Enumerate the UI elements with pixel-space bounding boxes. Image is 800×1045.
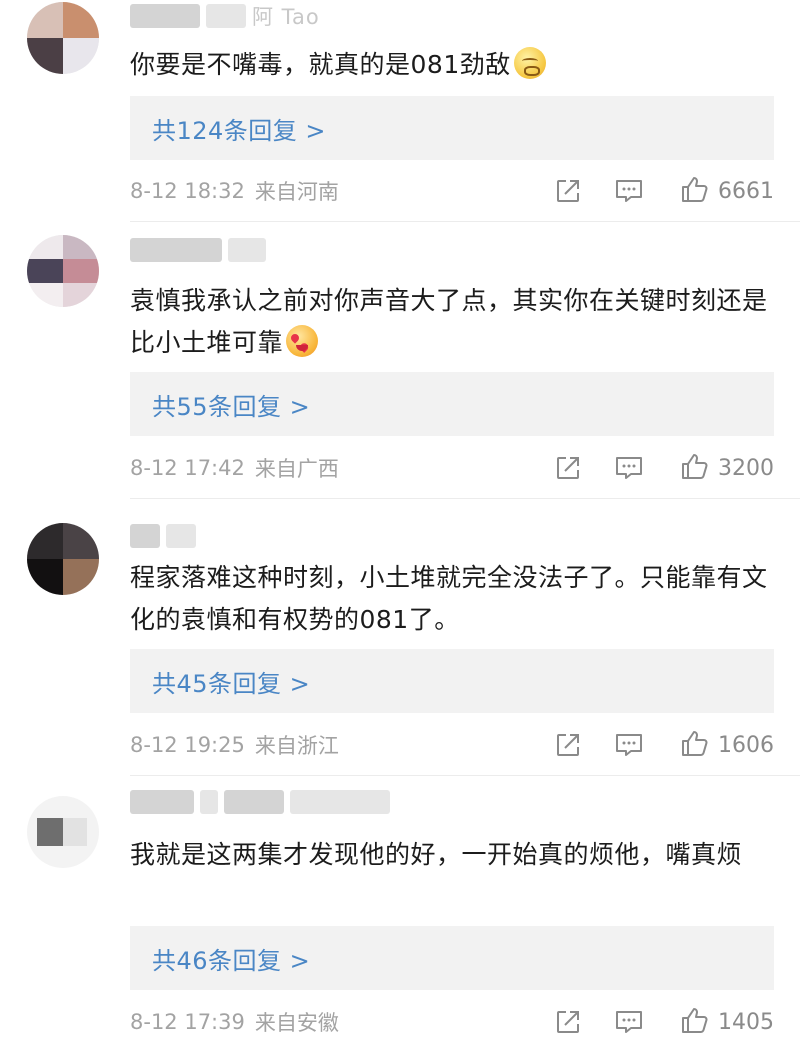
username[interactable] (130, 523, 196, 549)
comment-meta: 8-12 17:42 来自广西 (130, 453, 339, 483)
comment-location: 来自广西 (254, 457, 339, 481)
comment-actions: 6661 (551, 174, 774, 208)
comment-date: 8-12 19:25 (130, 733, 245, 757)
comment-meta: 8-12 18:32 来自河南 (130, 176, 339, 206)
username-fragment: 阿 Tao (252, 5, 320, 29)
grimacing-face-icon (513, 47, 546, 79)
username[interactable]: 阿 Tao (130, 3, 320, 29)
comment-text: 程家落难这种时刻，小土堆就完全没法子了。只能靠有文化的袁慎和有权势的081了。 (130, 563, 768, 634)
comment-icon[interactable] (612, 728, 646, 762)
view-replies-button[interactable]: 共45条回复 > (130, 649, 774, 713)
divider (130, 775, 800, 776)
divider (130, 498, 800, 499)
comment-text: 袁慎我承认之前对你声音大了点，其实你在关键时刻还是比小土堆可靠 (130, 286, 768, 357)
comment-location: 来自安徽 (254, 1011, 339, 1035)
like-count: 6661 (718, 178, 774, 204)
username[interactable] (130, 789, 390, 815)
comment-text: 我就是这两集才发现他的好，一开始真的烦他，嘴真烦 (130, 840, 743, 869)
comment-location: 来自河南 (254, 180, 339, 204)
divider (130, 221, 800, 222)
username[interactable] (130, 237, 266, 263)
comment-icon[interactable] (612, 1005, 646, 1039)
like-count: 3200 (718, 455, 774, 481)
avatar[interactable] (27, 235, 99, 307)
thumbs-up-icon (680, 728, 710, 762)
like-count: 1606 (718, 732, 774, 758)
view-replies-button[interactable]: 共46条回复 > (130, 926, 774, 990)
view-replies-button[interactable]: 共124条回复 > (130, 96, 774, 160)
comment-actions: 3200 (551, 451, 774, 485)
avatar[interactable] (27, 2, 99, 74)
comment-meta: 8-12 19:25 来自浙江 (130, 730, 339, 760)
thumbs-up-icon (680, 451, 710, 485)
view-replies-button[interactable]: 共55条回复 > (130, 372, 774, 436)
share-icon[interactable] (551, 728, 585, 762)
avatar[interactable] (27, 523, 99, 595)
comment-date: 8-12 17:39 (130, 1010, 245, 1034)
avatar[interactable] (27, 796, 99, 868)
comment-icon[interactable] (612, 451, 646, 485)
comment-icon[interactable] (612, 174, 646, 208)
like-count: 1405 (718, 1009, 774, 1035)
like-button[interactable]: 1606 (680, 728, 774, 762)
comment-location: 来自浙江 (254, 734, 339, 758)
comment-text: 你要是不嘴毒，就真的是081劲敌 (130, 44, 770, 86)
comment-actions: 1405 (551, 1005, 774, 1039)
share-icon[interactable] (551, 1005, 585, 1039)
like-button[interactable]: 1405 (680, 1005, 774, 1039)
heart-eyes-face-icon (286, 325, 319, 357)
share-icon[interactable] (551, 451, 585, 485)
comment-date: 8-12 18:32 (130, 179, 245, 203)
like-button[interactable]: 3200 (680, 451, 774, 485)
thumbs-up-icon (680, 1005, 710, 1039)
comment-actions: 1606 (551, 728, 774, 762)
share-icon[interactable] (551, 174, 585, 208)
like-button[interactable]: 6661 (680, 174, 774, 208)
comment-date: 8-12 17:42 (130, 456, 245, 480)
comment-meta: 8-12 17:39 来自安徽 (130, 1007, 339, 1037)
thumbs-up-icon (680, 174, 710, 208)
